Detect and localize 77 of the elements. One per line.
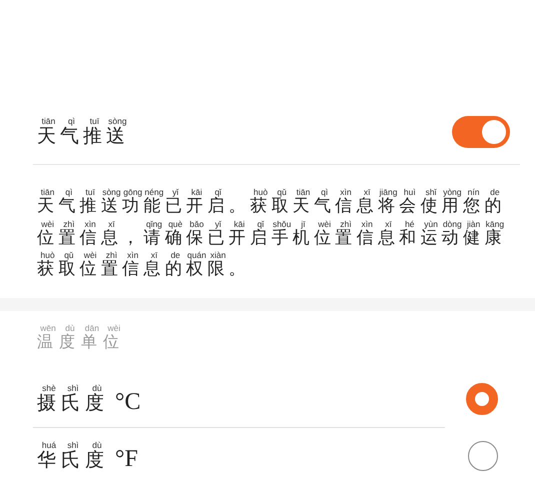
pinyin-text: dù (65, 322, 75, 333)
setting-label: 天气推送 (37, 126, 129, 148)
pinyin-text: tiān (40, 187, 54, 197)
radio-button[interactable] (466, 383, 498, 416)
pinyin-text: shǒu (272, 218, 292, 229)
pinyin-text: de (170, 250, 180, 260)
pinyin-text: xī (385, 218, 392, 229)
pinyin-text: xī (364, 187, 370, 197)
pinyin-text: huì (404, 187, 416, 197)
pinyin-text: jī (301, 218, 306, 229)
pinyin-text: huá (42, 440, 56, 450)
pinyin-text: xìn (127, 250, 138, 260)
pinyin-text: shǐ (426, 187, 436, 197)
pinyin-text: hé (404, 218, 414, 229)
pinyin-text: gōng (123, 187, 142, 197)
pinyin-text: qì (65, 187, 72, 197)
unit-symbol: °C (115, 388, 141, 415)
pinyin-text: dān (84, 322, 100, 333)
pinyin-text: qǔ (277, 187, 287, 197)
pinyin-text: kāi (191, 187, 202, 197)
pinyin-text: bǎo (190, 218, 204, 229)
pinyin-text: wèi (41, 218, 54, 229)
pinyin-text: qì (320, 187, 328, 197)
unit-label: 华氏度 (37, 450, 109, 472)
pinyin-text: què (168, 218, 183, 229)
pinyin-text: tiān (42, 116, 56, 126)
pinyin-text: huò (40, 250, 55, 260)
pinyin-text: tuī (86, 187, 95, 197)
pinyin-text: néng (144, 187, 164, 197)
section-title: 温度单位 (37, 332, 125, 352)
pinyin-text: yòng (443, 187, 462, 197)
pinyin-text: kāi (234, 218, 245, 229)
pinyin-text: nín (468, 187, 480, 197)
pinyin-text: wèi (108, 322, 120, 333)
pinyin-text: tiān (296, 187, 310, 197)
pinyin-text: dù (92, 440, 102, 450)
pinyin-text: kāng (486, 218, 504, 229)
pinyin-text: tuī (90, 116, 100, 126)
pinyin-text: xī (108, 218, 115, 229)
pinyin-text: huò (254, 187, 268, 197)
unit-symbol: °F (115, 446, 138, 472)
pinyin-text: wèi (318, 218, 331, 229)
pinyin-text: xìn (84, 218, 96, 229)
pinyin-text: yǐ (214, 218, 222, 229)
pinyin-text: yǐ (172, 187, 178, 197)
pinyin-text: dòng (442, 218, 462, 229)
pinyin-text: xiàn (210, 250, 226, 260)
pinyin-text: sòng (102, 187, 121, 197)
pinyin-text: quán (187, 250, 206, 260)
pinyin-text: wèi (84, 250, 97, 260)
pinyin-text: wēn (40, 322, 56, 333)
toggle-switch[interactable] (452, 116, 510, 148)
description-line: 获取位置信息的权限。 (37, 260, 250, 280)
pinyin-text: xìn (361, 218, 373, 229)
unit-label: 摄氏度 (37, 393, 109, 415)
pinyin-text: zhì (63, 218, 75, 229)
pinyin-text: qǔ (64, 250, 74, 260)
pinyin-text: zhì (340, 218, 352, 229)
pinyin-text: qǐ (214, 187, 222, 197)
pinyin-text: yùn (424, 218, 438, 229)
pinyin-text: xìn (340, 187, 352, 197)
pinyin-text: shì (67, 383, 79, 394)
pinyin-text: qǐ (257, 218, 264, 229)
pinyin-text: de (490, 187, 500, 197)
pinyin-text: xī (150, 250, 158, 260)
pinyin-text: qì (68, 116, 76, 126)
pinyin-text: shè (42, 383, 56, 394)
pinyin-text: zhì (106, 250, 118, 260)
pinyin-text: sòng (108, 116, 127, 126)
pinyin-text: jiàn (466, 218, 480, 229)
description-line: 天气推送功能已开启。获取天气信息将会使用您的 (37, 197, 506, 217)
radio-button[interactable] (468, 441, 498, 472)
description-line: 位置信息，请确保已开启手机位置信息和运动健康 (37, 228, 506, 248)
pinyin-text: dù (92, 383, 102, 394)
pinyin-text: qǐng (146, 218, 162, 229)
pinyin-text: jiāng (379, 187, 398, 197)
pinyin-text: shì (67, 440, 79, 450)
